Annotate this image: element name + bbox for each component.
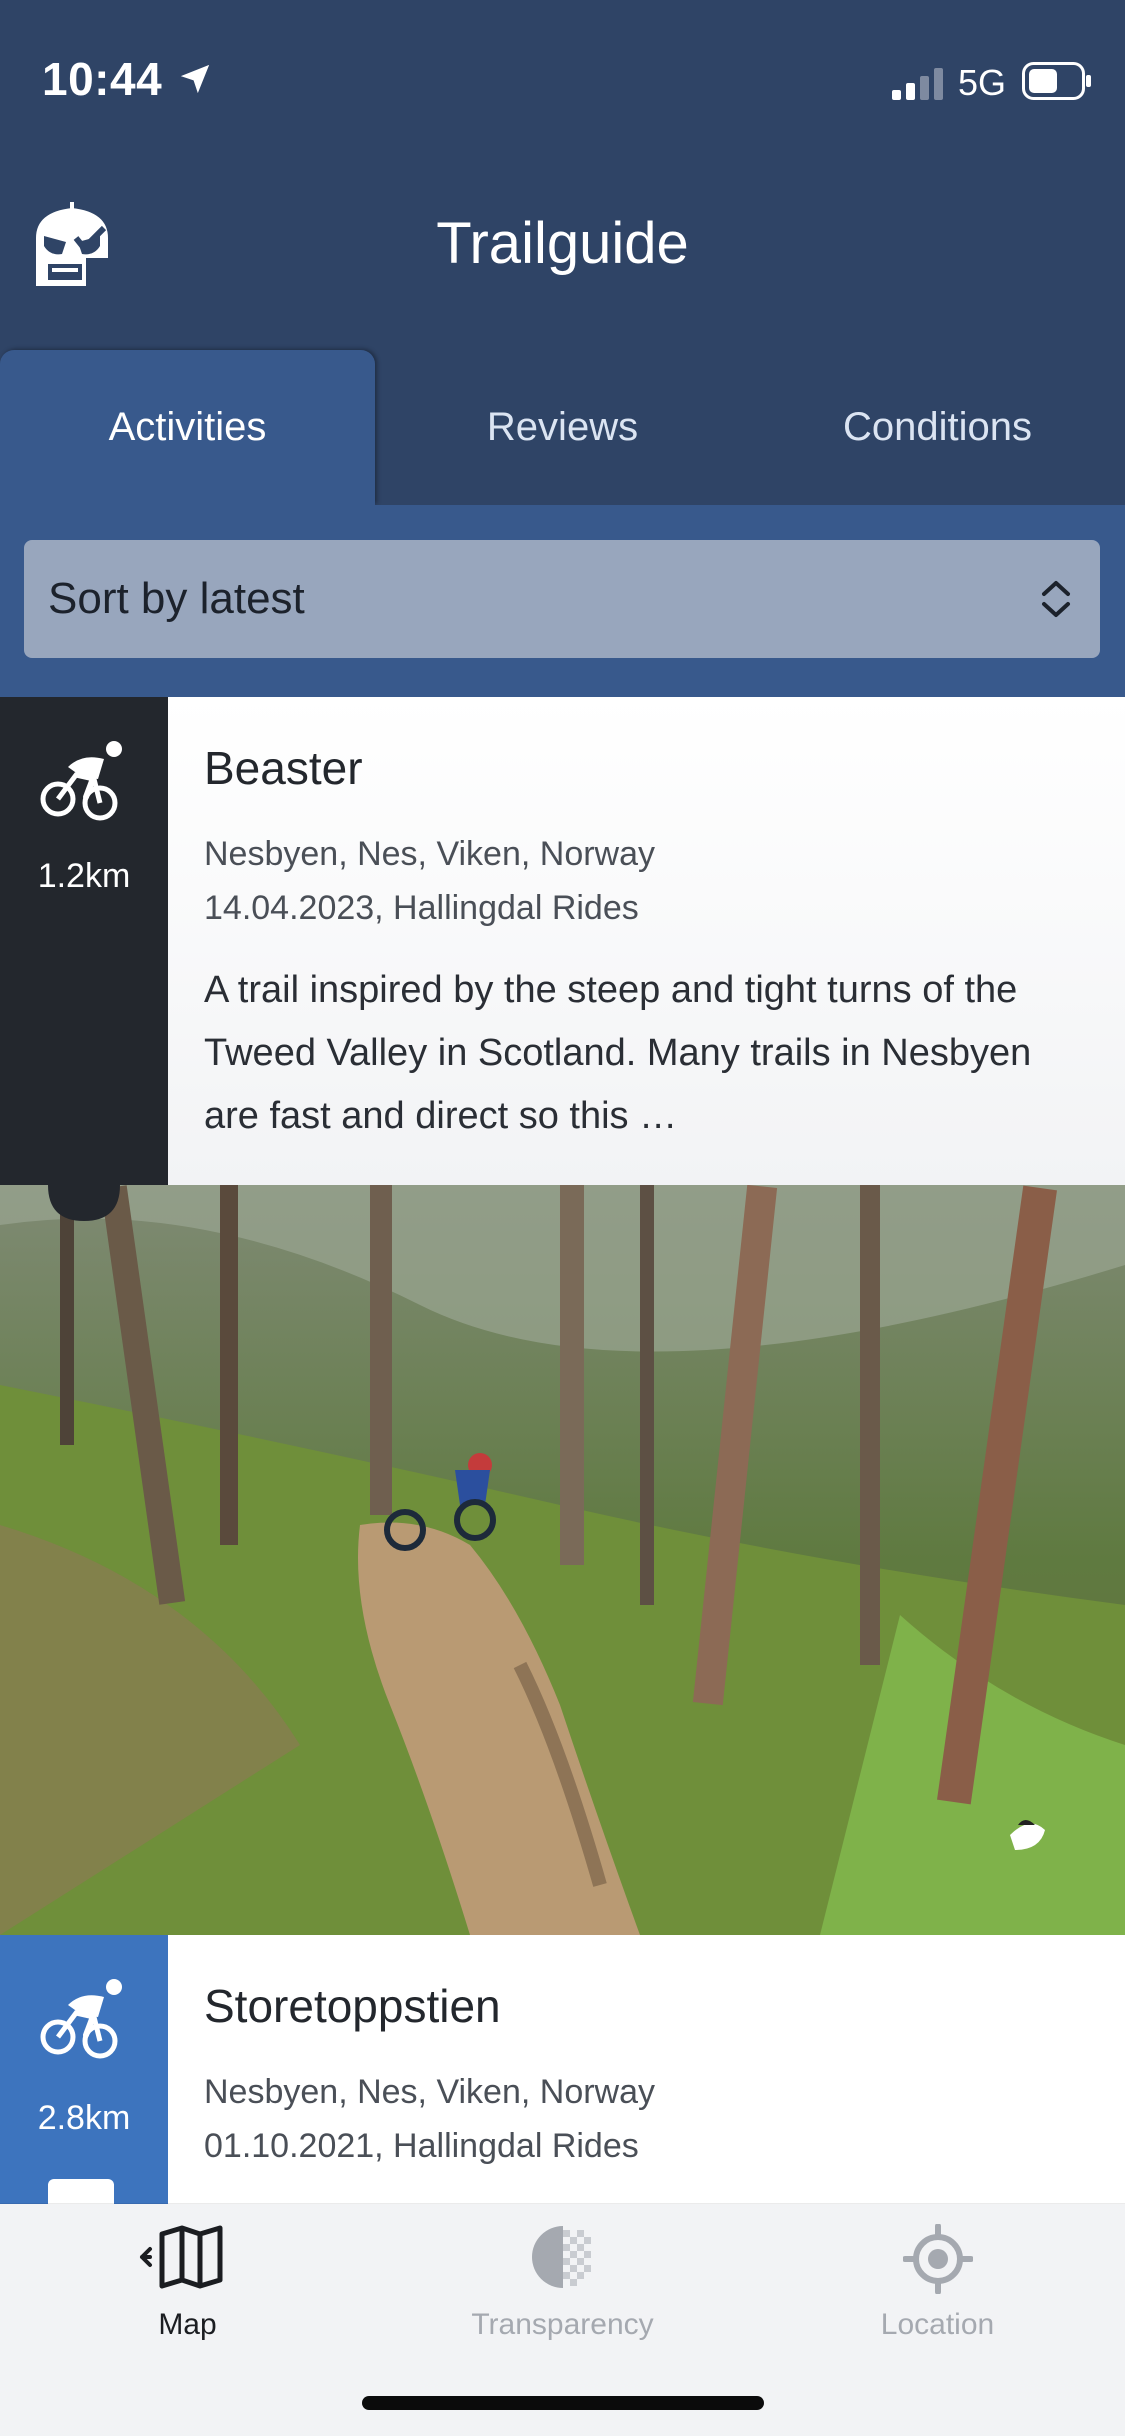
tab-activities[interactable]: Activities xyxy=(0,350,375,505)
toolbar-location-label: Location xyxy=(880,2308,995,2341)
mountain-bike-icon xyxy=(40,1979,122,2059)
sort-select[interactable]: Sort by latest xyxy=(24,540,1100,658)
activity-title: Beaster xyxy=(204,742,363,794)
home-indicator[interactable] xyxy=(362,2396,764,2410)
toolbar-map-button[interactable]: Map xyxy=(0,2204,375,2344)
activity-card-beaster[interactable]: 1.2km Beaster Nesbyen, Nes, Viken, Norwa… xyxy=(0,697,1125,1185)
chevron-up-down-icon xyxy=(1042,581,1070,617)
trail-photo-image xyxy=(0,1185,1125,1935)
activity-content: Storetoppstien Nesbyen, Nes, Viken, Norw… xyxy=(168,1935,1125,2204)
activity-title: Storetoppstien xyxy=(204,1980,501,2032)
activity-date-source: 14.04.2023, Hallingdal Rides xyxy=(204,889,639,927)
signal-icon xyxy=(892,68,943,100)
status-time: 10:44 xyxy=(42,53,163,105)
app-title: Trailguide xyxy=(436,211,689,276)
mountain-bike-icon xyxy=(40,741,122,821)
activity-content: Beaster Nesbyen, Nes, Viken, Norway 14.0… xyxy=(168,697,1125,1185)
activity-location: Nesbyen, Nes, Viken, Norway xyxy=(204,835,656,873)
activity-side-panel: 1.2km xyxy=(0,697,168,1185)
activity-distance: 1.2km xyxy=(37,857,131,895)
app-header: 10:44 5G Trailguide Activities Reviews C… xyxy=(0,0,1125,505)
toolbar-transparency-button[interactable]: Transparency xyxy=(375,2204,750,2344)
activity-side-panel: 2.8km xyxy=(0,1935,168,2205)
toolbar-map-label: Map xyxy=(158,2308,217,2341)
network-type: 5G xyxy=(958,62,1007,103)
location-arrow-icon xyxy=(180,64,210,94)
status-bar: 10:44 5G xyxy=(0,0,1125,160)
tab-bar: Activities Reviews Conditions xyxy=(0,350,1125,505)
battery-icon xyxy=(1022,62,1091,100)
activity-card-storetoppstien[interactable]: 2.8km Storetoppstien Nesbyen, Nes, Viken… xyxy=(0,1935,1125,2205)
tab-reviews[interactable]: Reviews xyxy=(375,350,750,505)
transparency-icon xyxy=(531,2226,591,2288)
activity-description: A trail inspired by the steep and tight … xyxy=(204,969,1032,1137)
toolbar-transparency-label: Transparency xyxy=(471,2308,654,2341)
activity-date-source: 01.10.2021, Hallingdal Rides xyxy=(204,2127,639,2165)
map-icon xyxy=(139,2225,222,2289)
toolbar-location-button[interactable]: Location xyxy=(750,2204,1125,2344)
tab-conditions[interactable]: Conditions xyxy=(750,350,1125,505)
activity-distance: 2.8km xyxy=(37,2099,131,2137)
sort-selected-value: Sort by latest xyxy=(48,574,305,623)
activity-location: Nesbyen, Nes, Viken, Norway xyxy=(204,2073,656,2111)
location-target-icon xyxy=(902,2224,973,2294)
activity-photo[interactable] xyxy=(0,1185,1125,1935)
difficulty-marker xyxy=(48,2179,114,2205)
